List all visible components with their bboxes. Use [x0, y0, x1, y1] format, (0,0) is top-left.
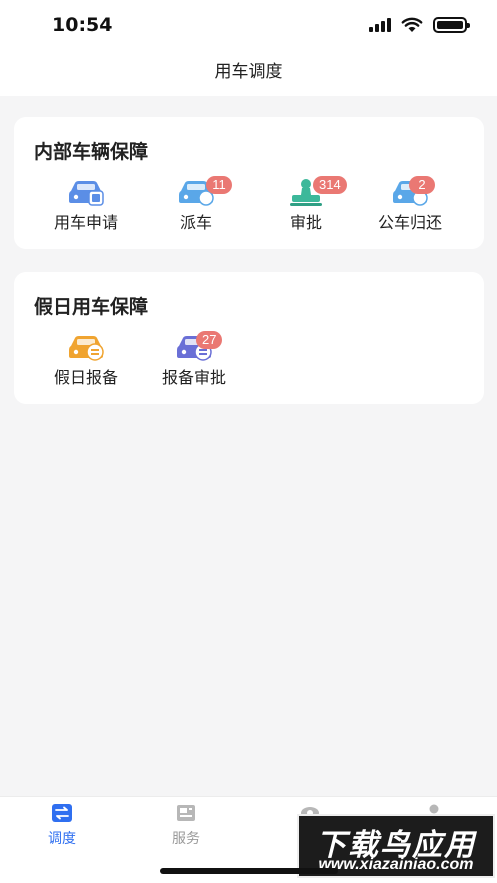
home-indicator	[160, 868, 338, 874]
badge-count: 27	[196, 331, 223, 349]
return-car-button[interactable]: 2 公车归还	[360, 176, 460, 233]
item-label: 派车	[179, 215, 212, 232]
service-tab-icon	[177, 805, 195, 821]
dispatch-tab-icon	[52, 804, 72, 822]
status-icons	[369, 17, 470, 33]
tab-dispatch[interactable]: 调度	[12, 803, 112, 851]
section-title: 假日用车保障	[34, 297, 149, 318]
car-report-icon	[69, 336, 104, 361]
battery-icon	[433, 17, 470, 33]
item-label: 审批	[289, 215, 322, 232]
badge-count: 2	[409, 176, 435, 194]
car-apply-icon	[69, 181, 104, 206]
item-label: 报备审批	[161, 370, 226, 387]
approval-button[interactable]: 314 审批	[256, 176, 356, 233]
holiday-report-button[interactable]: 假日报备	[36, 332, 136, 388]
section-card-holiday-vehicle: 假日用车保障 假日报备 27 报备审批	[14, 272, 484, 404]
wifi-icon	[401, 17, 423, 32]
report-approval-button[interactable]: 27 报备审批	[144, 331, 244, 388]
item-label: 用车申请	[53, 215, 118, 232]
page-title: 用车调度	[214, 62, 283, 81]
nav-bar: 用车调度	[0, 52, 497, 96]
status-time: 10:54	[52, 14, 113, 36]
item-label: 公车归还	[377, 215, 442, 232]
cellular-signal-icon	[369, 18, 391, 32]
status-bar: 10:54	[0, 0, 497, 52]
badge-count: 314	[313, 176, 347, 194]
badge-count: 11	[206, 176, 232, 194]
section-title: 内部车辆保障	[34, 142, 149, 163]
tab-label: 调度	[48, 830, 76, 846]
dispatch-car-button[interactable]: 11 派车	[146, 176, 246, 233]
tab-label: 服务	[172, 830, 200, 846]
section-card-internal-vehicle: 内部车辆保障 用车申请 11 派车 314 审批 2 公车归还	[14, 117, 484, 249]
vehicle-apply-button[interactable]: 用车申请	[36, 177, 136, 233]
tab-service[interactable]: 服务	[136, 803, 236, 851]
item-label: 假日报备	[53, 370, 118, 387]
